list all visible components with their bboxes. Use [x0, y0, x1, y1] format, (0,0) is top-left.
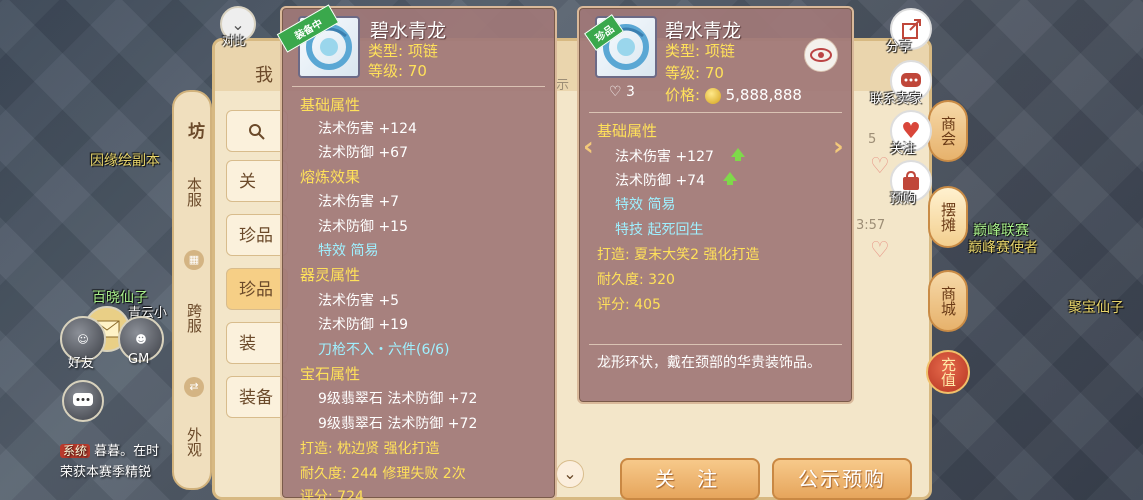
chat-tag: 系统: [60, 444, 91, 458]
chevron-down-icon[interactable]: ⌄: [556, 460, 584, 488]
side-tab-kuafu[interactable]: 跨服: [174, 288, 214, 348]
forge-line: 打造: 枕边贤 强化打造: [300, 441, 440, 457]
price-value: 5,888,888: [725, 86, 802, 104]
npc-label-jubao[interactable]: 聚宝仙子: [1068, 297, 1124, 317]
prev-arrow-icon[interactable]: ‹: [583, 132, 594, 162]
market-side-tabs: 坊 本服 ▦ 跨服 ⇄ 外观: [172, 90, 212, 490]
divider: [292, 86, 545, 87]
preorder-label: 预购: [890, 192, 917, 207]
chat-text: 暮暮。在时: [94, 444, 160, 459]
durability-line: 耐久度: 244 修理失败 2次: [300, 466, 466, 482]
special-effect-line: 特效 简易: [318, 243, 379, 259]
search-button[interactable]: [226, 110, 288, 152]
menu-shanghui[interactable]: 商会: [928, 100, 968, 162]
friends-avatar-icon: ☺: [77, 332, 89, 346]
equipped-item-level: 等级: 70: [368, 62, 427, 80]
up-arrow-icon: [723, 172, 737, 185]
peek-text-1: 示: [556, 78, 570, 93]
stat-line: 法术防御 +15: [318, 219, 408, 235]
side-tab-fang[interactable]: 坊: [174, 110, 214, 150]
price-row: 价格: 5,888,888: [665, 84, 802, 105]
next-arrow-icon[interactable]: ›: [833, 132, 844, 162]
listing-item-tooltip: 珍品 碧水青龙 类型: 项链 等级: 70 ♡ 3 价格: 5,888,888 …: [577, 6, 854, 404]
friends-label: 好友: [68, 356, 95, 371]
category-treasure[interactable]: 珍品: [226, 214, 288, 256]
section-title-base: 基础属性: [597, 122, 658, 140]
chat-button[interactable]: [62, 380, 104, 422]
coin-icon: [704, 87, 721, 104]
divider: [589, 344, 842, 345]
search-icon: [249, 124, 265, 140]
gem-line: 9级翡翠石 法术防御 +72: [318, 416, 478, 432]
peek-text-2: 5: [868, 132, 877, 147]
forge-line: 打造: 夏末大笑2 强化打造: [597, 247, 760, 263]
gm-label: GM: [128, 352, 150, 367]
category-treasure-active[interactable]: 珍品: [226, 268, 288, 310]
category-follow[interactable]: 关: [226, 160, 288, 202]
listing-item-name: 碧水青龙: [665, 20, 742, 42]
chat-text: 荣获本赛季精锐: [60, 465, 152, 480]
listing-item-type: 类型: 项链: [665, 42, 735, 60]
category-equip-2[interactable]: 装备: [226, 376, 288, 418]
section-title-base: 基础属性: [300, 96, 361, 114]
compare-label: 对比: [222, 34, 247, 48]
special-effect-line: 特效 简易: [615, 197, 676, 213]
stat-line: 法术伤害 +7: [318, 194, 400, 210]
score-line: 评分: 405: [597, 297, 661, 313]
menu-shangcheng[interactable]: 商城: [928, 270, 968, 332]
chevron-down-icon: ⌄: [231, 14, 245, 34]
contact-seller-label: 联系卖家: [870, 92, 923, 107]
equipped-item-tooltip: 装备中 碧水青龙 类型: 项链 等级: 70 基础属性 法术伤害 +124 法术…: [276, 4, 557, 500]
menu-baitan[interactable]: 摆摊: [928, 186, 968, 248]
section-title-gem: 宝石属性: [300, 365, 361, 383]
peek-text-3: 3:57: [856, 218, 886, 233]
equipped-item-type: 类型: 项链: [368, 42, 438, 60]
header-tab[interactable]: 我: [255, 61, 273, 87]
section-title-smelt: 熔炼效果: [300, 168, 361, 186]
heart-outline-icon: ♡: [609, 84, 622, 100]
stat-line: 法术伤害 +127: [615, 149, 714, 165]
divider: [589, 112, 842, 113]
public-preview-button[interactable]: 公示预购: [772, 458, 912, 500]
special-skill-line: 特技 起死回生: [615, 222, 704, 238]
stat-line: 法术伤害 +124: [318, 121, 417, 137]
swap-dot-icon: ⇄: [184, 377, 204, 397]
stat-line: 法术伤害 +5: [318, 293, 400, 309]
eye-icon: [810, 48, 832, 62]
up-arrow-icon: [731, 148, 745, 161]
gem-line: 9级翡翠石 法术防御 +72: [318, 391, 478, 407]
npc-label-yinyuan[interactable]: 因缘绘副本: [90, 150, 160, 170]
item-description: 龙形环状，戴在颈部的华贵装饰品。: [597, 355, 821, 371]
grid-dot-icon: ▦: [184, 250, 204, 270]
set-bonus-line: 刀枪不入・六件(6/6): [318, 342, 450, 358]
durability-line: 耐久度: 320: [597, 272, 675, 288]
stat-line: 法术防御 +74: [615, 173, 705, 189]
likes-row: ♡ 3: [609, 84, 635, 100]
equipped-item-name: 碧水青龙: [370, 20, 447, 42]
chat-bubble-icon: [73, 393, 93, 406]
chat-line-2: 荣获本赛季精锐: [60, 461, 151, 480]
category-equip-1[interactable]: 装: [226, 322, 288, 364]
npc-label-dianfeng-envoy[interactable]: 巅峰赛使者: [968, 237, 1038, 257]
heart-outline-icon[interactable]: ♡: [870, 240, 896, 262]
section-title-spirit: 器灵属性: [300, 266, 361, 284]
follow-label: 关注: [890, 142, 917, 157]
chat-line-1: 系统 暮暮。在时: [60, 440, 159, 459]
follow-button[interactable]: 关 注: [620, 458, 760, 500]
score-line: 评分: 724: [300, 489, 364, 500]
recharge-button[interactable]: 充值: [926, 350, 970, 394]
view-button[interactable]: [804, 38, 838, 72]
likes-count: 3: [626, 84, 635, 100]
side-tab-waiguan[interactable]: 外观: [174, 412, 214, 472]
gm-avatar-icon: ☻: [135, 332, 147, 346]
stat-line: 法术防御 +19: [318, 317, 408, 333]
share-label: 分享: [886, 40, 913, 55]
stat-line: 法术防御 +67: [318, 145, 408, 161]
listing-item-level: 等级: 70: [665, 64, 724, 82]
side-tab-benfu[interactable]: 本服: [174, 162, 214, 222]
price-label: 价格:: [665, 86, 701, 104]
